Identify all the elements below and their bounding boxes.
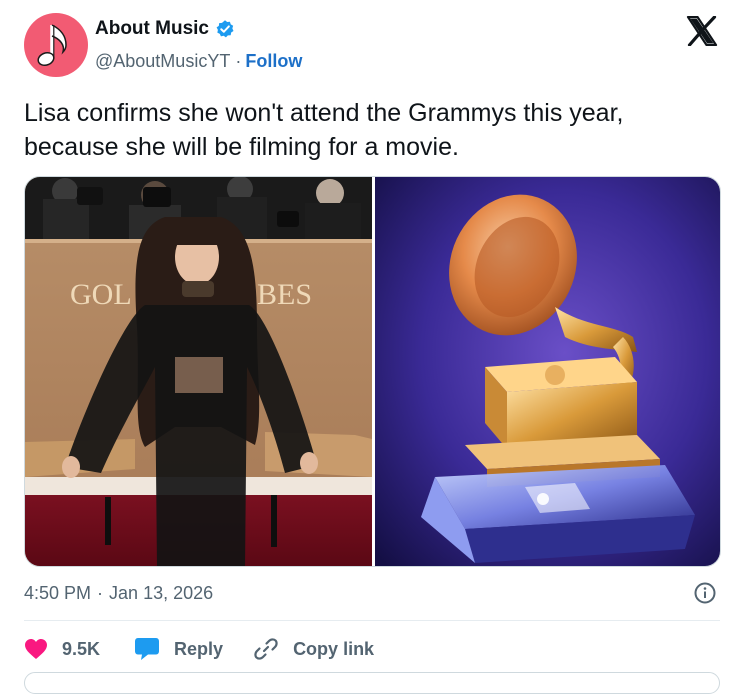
tweet-actions: 9.5K Reply Copy link [24, 634, 374, 664]
heart-icon [25, 639, 47, 659]
author-name-row: About Music [95, 18, 235, 40]
tweet-embed-card: About Music @AboutMusicYT · Follow Lisa … [0, 0, 738, 694]
timestamp-date: Jan 13, 2026 [109, 583, 214, 603]
author-display-name[interactable]: About Music [95, 18, 209, 40]
tweet-media-grid: GOL BES [24, 176, 721, 567]
handle-separator: · [235, 51, 242, 71]
music-note-icon [37, 24, 67, 67]
tweet-timestamp[interactable]: 4:50 PM · Jan 13, 2026 [24, 583, 213, 604]
read-replies-bar[interactable] [24, 672, 720, 694]
gramophone-trophy-illustration [375, 177, 720, 566]
author-handle-row: @AboutMusicYT · Follow [95, 51, 302, 72]
copy-link-label: Copy link [293, 638, 375, 659]
link-icon [254, 638, 278, 660]
divider [24, 620, 720, 621]
author-handle[interactable]: @AboutMusicYT [95, 51, 230, 72]
tweet-text: Lisa confirms she won't attend the Gramm… [24, 99, 624, 161]
backdrop-text-left: GOL [70, 278, 132, 311]
like-button[interactable]: 9.5K [24, 638, 100, 660]
reply-icon [135, 638, 160, 660]
follow-button[interactable]: Follow [245, 51, 302, 72]
info-icon[interactable] [694, 582, 716, 604]
verified-badge-icon [216, 20, 234, 38]
copy-link-button[interactable]: Copy link [253, 636, 374, 662]
avatar[interactable] [24, 13, 88, 77]
backdrop-text-right: BES [257, 278, 312, 311]
timestamp-separator: · [97, 583, 104, 603]
reply-button[interactable]: Reply [134, 637, 223, 661]
reply-label: Reply [174, 638, 224, 659]
photo-grammy-trophy[interactable] [375, 177, 720, 566]
timestamp-time: 4:50 PM [24, 583, 92, 603]
photo-red-carpet[interactable]: GOL BES [25, 177, 372, 566]
x-logo-icon[interactable] [686, 16, 718, 46]
red-carpet-illustration: GOL BES [25, 177, 372, 566]
like-count: 9.5K [62, 638, 101, 659]
